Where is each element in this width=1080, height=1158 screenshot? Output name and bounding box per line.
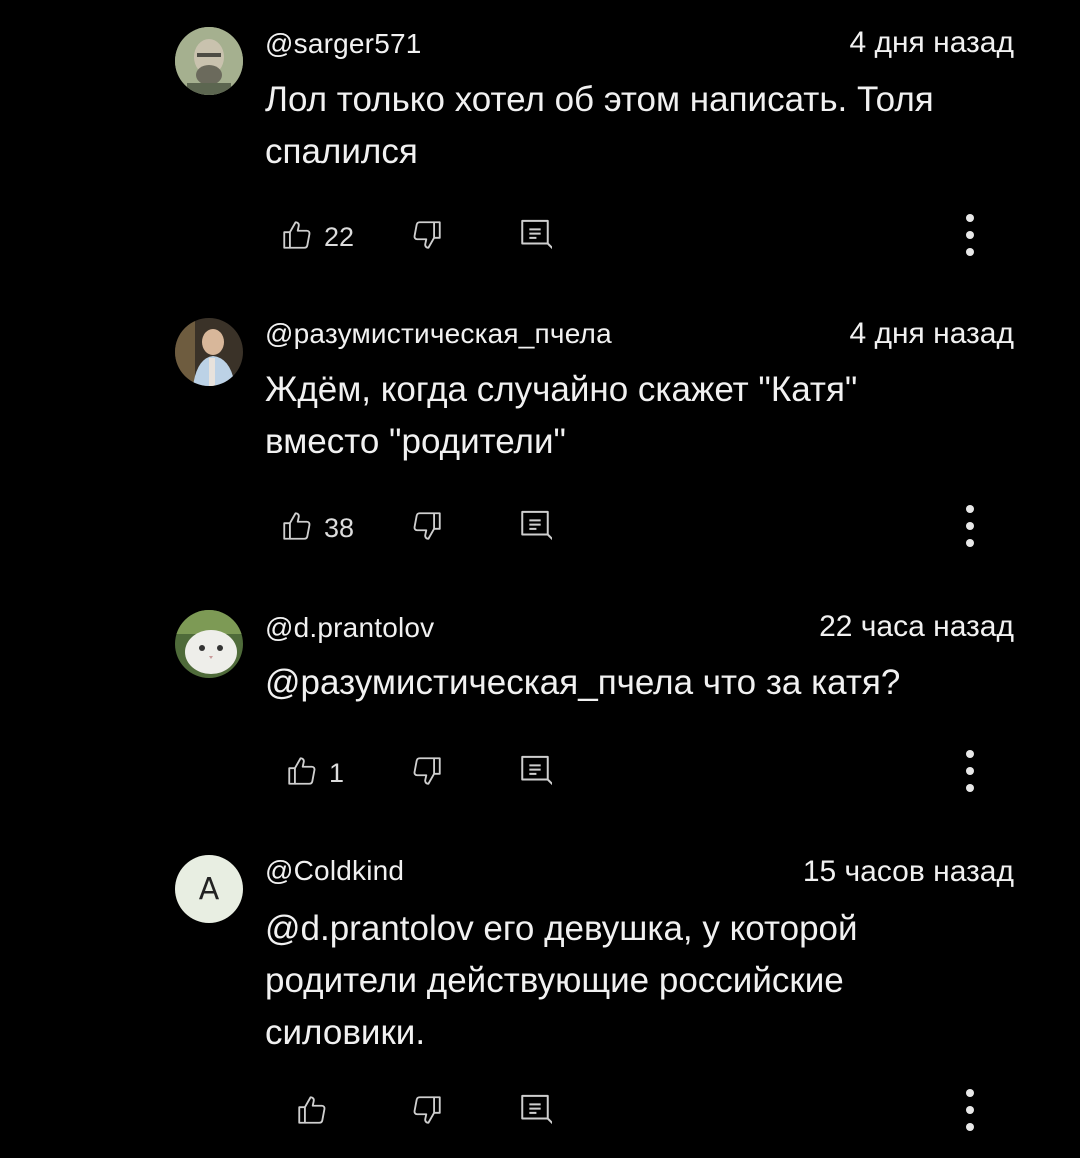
author-avatar[interactable] — [175, 610, 243, 678]
like-count: 1 — [329, 757, 345, 788]
thumbs-up-icon — [285, 754, 319, 793]
dislike-button[interactable] — [410, 1082, 444, 1142]
vertical-dots-icon — [965, 504, 975, 553]
like-button[interactable]: 38 — [280, 498, 354, 558]
comment-timestamp: 22 часа назад — [819, 610, 1014, 643]
comment-actions: 1 — [0, 743, 1080, 803]
comment-text: @разумистическая_пчела что за катя? — [265, 663, 901, 702]
white-cat-avatar-icon — [175, 610, 243, 678]
thumbs-down-icon — [410, 754, 444, 793]
more-options-button[interactable] — [955, 498, 985, 558]
thumbs-down-icon — [410, 509, 444, 548]
more-options-button[interactable] — [955, 1082, 985, 1142]
reply-comment-icon — [518, 1091, 555, 1134]
avatar-letter: A — [198, 871, 220, 907]
dislike-button[interactable] — [410, 207, 444, 267]
comment-timestamp: 4 дня назад — [849, 317, 1014, 350]
thumbs-up-icon — [280, 509, 314, 548]
thumbs-down-icon — [410, 1093, 444, 1132]
comment-author[interactable]: @Coldkind — [265, 855, 404, 887]
author-avatar[interactable] — [175, 27, 243, 95]
like-button[interactable] — [295, 1082, 329, 1142]
reply-comment-icon — [518, 216, 555, 259]
more-options-button[interactable] — [955, 743, 985, 803]
reply-button[interactable] — [518, 498, 555, 558]
bearded-man-avatar-icon — [175, 27, 243, 95]
like-button[interactable]: 22 — [280, 207, 354, 267]
comment-timestamp: 15 часов назад — [802, 855, 1014, 888]
thumbs-down-icon — [410, 218, 444, 257]
author-avatar[interactable] — [175, 318, 243, 386]
reply-button[interactable] — [518, 743, 555, 803]
reply-comment-icon — [518, 752, 555, 795]
comment-author[interactable]: @разумистическая_пчела — [265, 318, 612, 350]
reply-button[interactable] — [518, 1082, 555, 1142]
vertical-dots-icon — [965, 749, 975, 798]
comment-text: @d.prantolov его девушка, у которой роди… — [265, 909, 858, 1052]
dislike-button[interactable] — [410, 498, 444, 558]
thumbs-up-icon — [280, 218, 314, 257]
comment-text: Ждём, когда случайно скажет "Катя" вмест… — [265, 370, 858, 461]
more-options-button[interactable] — [955, 207, 985, 267]
comment-actions — [0, 1082, 1080, 1142]
comment-author[interactable]: @sarger571 — [265, 28, 422, 60]
dislike-button[interactable] — [410, 743, 444, 803]
comment-author[interactable]: @d.prantolov — [265, 612, 434, 644]
comment-actions: 38 — [0, 498, 1080, 558]
reply-button[interactable] — [518, 207, 555, 267]
thumbs-up-icon — [295, 1093, 329, 1132]
like-count: 38 — [324, 512, 355, 543]
reply-comment-icon — [518, 507, 555, 550]
like-count: 22 — [324, 221, 355, 252]
comment-timestamp: 4 дня назад — [849, 26, 1014, 59]
comment-text: Лол только хотел об этом написать. Толя … — [265, 80, 934, 171]
like-button[interactable]: 1 — [285, 743, 344, 803]
person-photo-avatar-icon — [175, 318, 243, 386]
vertical-dots-icon — [965, 213, 975, 262]
comment-actions: 22 — [0, 207, 1080, 267]
author-avatar[interactable]: A — [175, 855, 243, 923]
vertical-dots-icon — [965, 1088, 975, 1137]
